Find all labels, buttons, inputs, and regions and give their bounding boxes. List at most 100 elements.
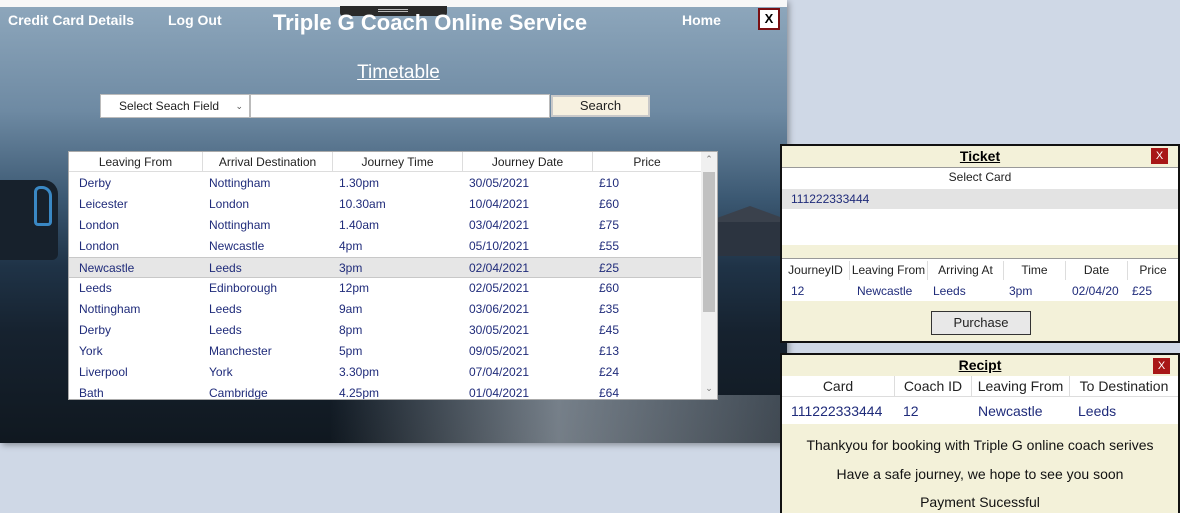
table-row[interactable]: London Nottingham 1.40am 03/04/2021 £75 [69,215,701,236]
search-field-select[interactable]: Select Seach Field ⌄ [100,94,250,118]
table-cell: £75 [599,218,620,232]
timetable-grid[interactable]: Leaving From Arrival Destination Journey… [68,151,718,400]
table-cell: 4pm [339,239,363,253]
table-row[interactable]: Bath Cambridge 4.25pm 01/04/2021 £64 [69,383,701,400]
thank-you-message: Thankyou for booking with Triple G onlin… [806,437,1154,453]
column-header[interactable]: Time [1004,261,1066,280]
table-cell: Derby [79,176,112,190]
table-cell: Newcastle [79,261,135,275]
column-header[interactable]: Arriving At [928,261,1004,280]
table-cell: 30/05/2021 [469,176,530,190]
search-input[interactable] [250,94,550,118]
timetable-heading[interactable]: Timetable [300,62,497,84]
table-cell: £35 [599,302,620,316]
safe-journey-message: Have a safe journey, we hope to see you … [836,466,1124,482]
table-cell: Leeds [79,281,112,295]
table-row[interactable]: Leeds Edinborough 12pm 02/05/2021 £60 [69,278,701,299]
table-row[interactable]: Liverpool York 3.30pm 07/04/2021 £24 [69,362,701,383]
table-cell: 1.30pm [339,176,380,190]
table-cell: Leeds [209,261,242,275]
home-link[interactable]: Home [682,12,721,28]
table-cell: £64 [599,386,620,400]
column-header[interactable]: Leaving From [972,376,1070,397]
table-row[interactable]: Nottingham Leeds 9am 03/06/2021 £35 [69,299,701,320]
table-cell: London [79,218,120,232]
column-header[interactable]: JourneyID [782,261,850,280]
table-cell: York [209,365,233,379]
main-window: Credit Card Details Log Out Triple G Coa… [0,0,787,443]
search-button[interactable]: Search [551,95,650,117]
table-row[interactable]: Newcastle Leeds 3pm 02/04/2021 £25 [69,257,701,278]
table-row[interactable]: London Newcastle 4pm 05/10/2021 £55 [69,236,701,257]
table-cell: 01/04/2021 [469,386,530,400]
table-cell: Nottingham [209,176,271,190]
receipt-cell: Newcastle [978,403,1043,419]
column-header[interactable]: Leaving From [850,261,928,280]
column-header[interactable]: Date [1066,261,1128,280]
timetable-header: Leaving From Arrival Destination Journey… [69,152,701,172]
log-out-link[interactable]: Log Out [168,12,222,28]
table-cell: £13 [599,344,620,358]
table-row[interactable]: Derby Nottingham 1.30pm 30/05/2021 £10 [69,173,701,194]
table-cell: 02/05/2021 [469,281,530,295]
table-cell: Nottingham [79,302,141,316]
table-cell: £10 [599,176,620,190]
column-header[interactable]: To Destination [1070,376,1178,397]
table-cell: Liverpool [79,365,128,379]
table-cell: 03/06/2021 [469,302,530,316]
table-cell: 3pm [339,261,363,275]
table-cell: 07/04/2021 [469,365,530,379]
table-cell: Leeds [209,323,242,337]
table-cell: London [79,239,120,253]
ticket-cell: 3pm [1009,284,1033,298]
table-cell: 09/05/2021 [469,344,530,358]
purchase-button[interactable]: Purchase [931,311,1031,335]
column-header[interactable]: Journey Time [333,152,463,172]
receipt-table: Card Coach ID Leaving From To Destinatio… [782,376,1178,424]
table-cell: £45 [599,323,620,337]
card-list-item[interactable]: 111222333444 [782,189,1178,209]
table-cell: Manchester [209,344,272,358]
table-cell: 02/04/2021 [469,261,530,275]
chevron-up-icon[interactable]: ⌃ [701,154,717,165]
close-receipt-button[interactable]: X [1153,358,1170,374]
column-header[interactable]: Journey Date [463,152,593,172]
close-ticket-button[interactable]: X [1151,148,1168,164]
table-cell: 8pm [339,323,363,337]
receipt-cell: 12 [903,403,919,419]
column-header[interactable]: Card [782,376,895,397]
credit-card-details-link[interactable]: Credit Card Details [8,12,134,28]
chevron-down-icon: ⌄ [235,101,243,111]
table-cell: 1.40am [339,218,380,232]
column-header[interactable]: Arrival Destination [203,152,333,172]
card-list[interactable]: Select Card 111222333444 [782,167,1178,245]
table-cell: Bath [79,386,104,400]
table-cell: Leeds [209,302,242,316]
table-cell: Leicester [79,197,128,211]
table-cell: 10/04/2021 [469,197,530,211]
table-cell: Derby [79,323,112,337]
table-row[interactable]: Derby Leeds 8pm 30/05/2021 £45 [69,320,701,341]
table-cell: £25 [599,261,620,275]
column-header[interactable]: Coach ID [895,376,972,397]
receipt-title: Recipt [958,357,1002,373]
column-header[interactable]: Price [593,152,701,172]
scrollbar-thumb[interactable] [703,172,715,312]
receipt-cell: 111222333444 [791,403,883,419]
table-cell: York [79,344,103,358]
ticket-cell: Leeds [933,284,966,298]
table-cell: 4.25pm [339,386,380,400]
chevron-down-icon[interactable]: ⌄ [701,383,717,394]
table-row[interactable]: Leicester London 10.30am 10/04/2021 £60 [69,194,701,215]
search-field-select-label: Select Seach Field [119,99,220,113]
column-header[interactable]: Price [1128,261,1178,280]
table-cell: Edinborough [209,281,278,295]
receipt-panel: Recipt X Card Coach ID Leaving From To D… [780,353,1180,513]
column-header[interactable]: Leaving From [69,152,203,172]
close-window-button[interactable]: X [758,8,780,30]
ticket-cell: 02/04/20 [1072,284,1119,298]
table-row[interactable]: York Manchester 5pm 09/05/2021 £13 [69,341,701,362]
background-road [330,395,787,443]
table-cell: Newcastle [209,239,265,253]
vertical-scrollbar[interactable]: ⌃ ⌄ [701,152,717,399]
